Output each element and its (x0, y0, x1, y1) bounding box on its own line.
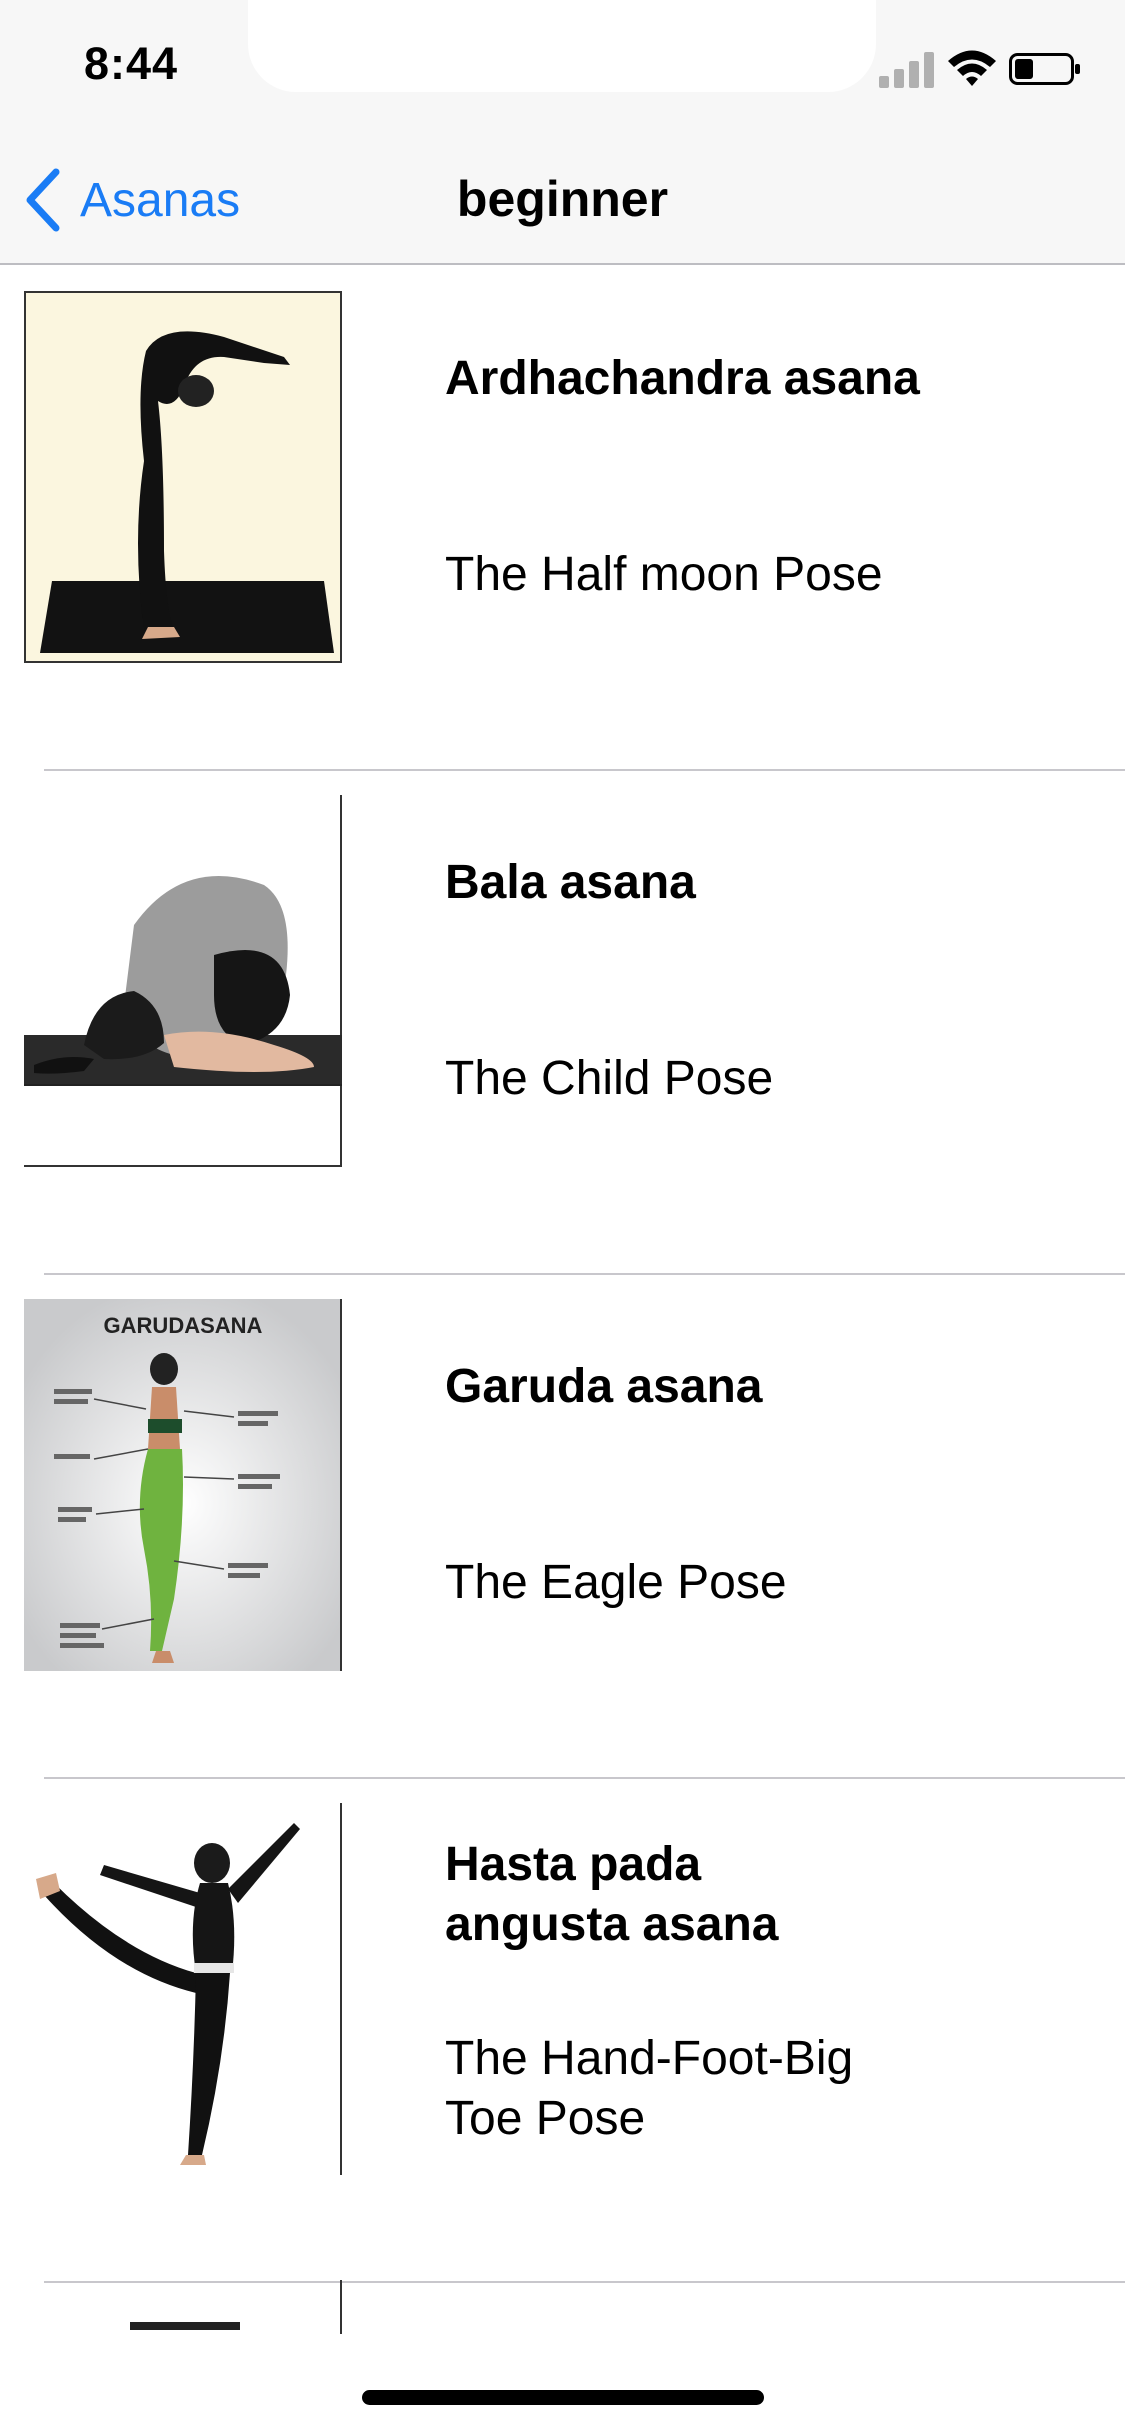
row-subtitle-text: The Hand-Foot-Big Toe Pose (445, 2032, 854, 2145)
hand-foot-big-toe-pose-image (24, 1803, 342, 2175)
row-subtitle: The Hand-Foot-Big Toe Pose (445, 2029, 1085, 2149)
row-subtitle: The Half moon Pose (445, 548, 883, 601)
list-item[interactable]: Hasta pada angusta asana The Hand-Foot-B… (0, 1779, 1125, 2283)
page-title: beginner (456, 171, 669, 227)
cellular-signal-icon (879, 52, 934, 88)
thumbnail-caption-fragment (130, 2322, 240, 2330)
row-title-text: Hasta pada angusta asana (445, 1838, 779, 1951)
home-indicator[interactable] (362, 2390, 764, 2405)
row-title: Bala asana (445, 856, 696, 909)
notch (248, 0, 876, 92)
list-item[interactable]: Ardhachandra asana The Half moon Pose (0, 267, 1125, 771)
image-caption: GARUDASANA (104, 1313, 263, 1338)
list-item[interactable]: Bala asana The Child Pose (0, 771, 1125, 1275)
row-title: Ardhachandra asana (445, 352, 920, 405)
eagle-pose-image: GARUDASANA (24, 1299, 342, 1671)
row-subtitle: The Child Pose (445, 1052, 774, 1105)
child-pose-image (24, 795, 342, 1167)
wifi-icon (948, 50, 996, 86)
status-bar: 8:44 (0, 0, 1125, 95)
row-subtitle: The Eagle Pose (445, 1556, 787, 1609)
list-item-partial[interactable] (0, 2280, 1125, 2340)
row-title: Hasta pada angusta asana (445, 1835, 1085, 1955)
status-time: 8:44 (84, 38, 179, 89)
navigation-bar: Asanas beginner (0, 95, 1125, 265)
list-item[interactable]: GARUDASANA Garuda asana The Eagle Pose (0, 1275, 1125, 1779)
row-title: Garuda asana (445, 1360, 763, 1413)
battery-icon (1009, 53, 1080, 85)
half-moon-pose-image (24, 291, 342, 663)
thumbnail-edge (340, 2280, 342, 2334)
